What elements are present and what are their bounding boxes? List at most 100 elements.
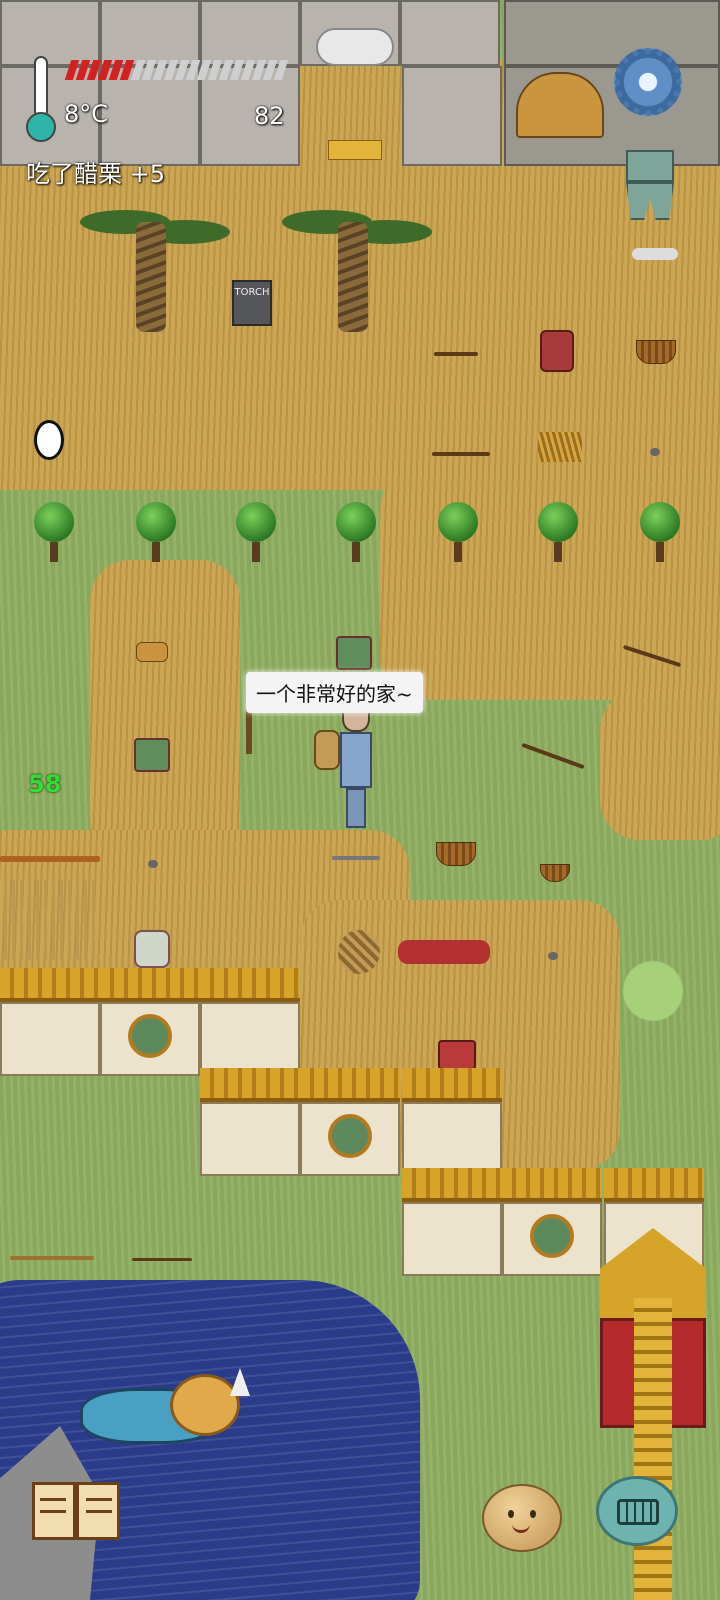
adobe-oven[interactable]	[516, 72, 604, 138]
gooseberry-bush[interactable]	[438, 502, 478, 562]
bush-leaves	[136, 502, 176, 542]
panda-toy[interactable]	[34, 420, 64, 460]
book-icon[interactable]	[32, 1482, 124, 1544]
bison-creature[interactable]	[60, 1368, 250, 1458]
bush-stem	[454, 542, 462, 562]
stone[interactable]	[148, 860, 158, 868]
face-icon[interactable]	[482, 1484, 562, 1552]
arrow[interactable]	[132, 1258, 192, 1261]
stone-floor	[402, 66, 502, 166]
speech-bubble: 一个非常好的家~	[246, 672, 423, 713]
long-shaft[interactable]	[0, 856, 100, 862]
bush-leaves	[236, 502, 276, 542]
book-line	[86, 1498, 112, 1501]
bison-horn	[230, 1368, 250, 1396]
flowering-shrub[interactable]	[620, 956, 686, 1056]
bush-stem	[554, 542, 562, 562]
book-line	[86, 1510, 112, 1513]
yurt-fringe	[200, 968, 300, 1002]
yurt-wall[interactable]	[0, 968, 100, 1076]
face-eye	[508, 1510, 514, 1518]
gooseberry-bush[interactable]	[236, 502, 276, 562]
yurt-fringe	[300, 1068, 400, 1102]
bush-leaves	[34, 502, 74, 542]
gooseberry-bush[interactable]	[336, 502, 376, 562]
gooseberry-bush[interactable]	[538, 502, 578, 562]
stone[interactable]	[548, 952, 558, 960]
face-mouth	[512, 1522, 530, 1533]
torch-sign[interactable]: TORCH	[232, 280, 272, 326]
yurt-wall[interactable]	[300, 1068, 400, 1176]
stone-wall	[504, 0, 720, 66]
dead-body[interactable]	[398, 940, 490, 964]
bush-leaves	[438, 502, 478, 542]
wool-clothing[interactable]	[134, 738, 170, 772]
bush-leaves	[538, 502, 578, 542]
bush-stem	[656, 542, 664, 562]
gooseberry-bush[interactable]	[136, 502, 176, 562]
backpack[interactable]	[540, 330, 574, 372]
yurt-wall[interactable]	[200, 1068, 300, 1176]
woven-basket[interactable]	[338, 930, 380, 974]
yurt-fringe	[502, 1168, 602, 1202]
gear-icon[interactable]	[614, 48, 682, 116]
bush-stem	[352, 542, 360, 562]
clothing-bag[interactable]	[134, 930, 170, 968]
stone[interactable]	[650, 448, 660, 456]
stone-floor	[200, 0, 300, 66]
palm-tree[interactable]	[338, 222, 368, 332]
thermometer-bulb	[26, 112, 56, 142]
bush-leaves	[336, 502, 376, 542]
yurt-body	[200, 1002, 300, 1076]
stone-floor	[400, 0, 500, 66]
dirt-patch	[90, 560, 240, 860]
bush-stem	[252, 542, 260, 562]
wheat-bundle[interactable]	[538, 432, 582, 462]
basket[interactable]	[636, 340, 676, 364]
dried-plank[interactable]	[328, 140, 382, 160]
stick[interactable]	[432, 452, 490, 456]
yurt-fringe	[0, 968, 100, 1002]
gooseberry-bush[interactable]	[640, 502, 680, 562]
basket[interactable]	[436, 842, 476, 866]
book-line	[40, 1510, 66, 1513]
flint-chip[interactable]	[632, 248, 678, 260]
yurt-body	[402, 1202, 502, 1276]
wool-clothing[interactable]	[336, 636, 372, 670]
yurt-fringe	[100, 968, 200, 1002]
bush-stem	[50, 542, 58, 562]
yurt-body	[300, 1102, 400, 1176]
bow[interactable]	[10, 1256, 94, 1260]
yurt-wall[interactable]	[402, 1068, 502, 1176]
keyboard-glyph	[617, 1499, 659, 1525]
player-character[interactable]	[314, 700, 376, 832]
dirt-patch	[600, 690, 720, 840]
wheat-plants[interactable]	[4, 880, 96, 960]
food-meter	[64, 60, 330, 82]
bush-leaves	[640, 502, 680, 542]
coin-top	[626, 150, 674, 182]
clay-plates[interactable]	[136, 642, 168, 662]
yurt-body	[200, 1102, 300, 1176]
decorated-pillar[interactable]	[600, 1228, 706, 1600]
keyboard-icon[interactable]	[596, 1476, 678, 1546]
yurt-wall[interactable]	[200, 968, 300, 1076]
book-line	[40, 1498, 66, 1501]
knife[interactable]	[332, 856, 380, 860]
yurt-body	[402, 1102, 502, 1176]
palm-tree[interactable]	[136, 222, 166, 332]
pillar-gold-column	[634, 1298, 672, 1600]
temperature-readout: 8°C	[64, 100, 109, 128]
red-pot[interactable]	[438, 1040, 476, 1070]
yurt-wall[interactable]	[502, 1168, 602, 1276]
game-world[interactable]: TORCH	[0, 0, 720, 1600]
gooseberry-bush[interactable]	[34, 502, 74, 562]
yurt-fringe	[200, 1068, 300, 1102]
yurt-fringe	[604, 1168, 704, 1202]
spade-coin-icon[interactable]	[626, 150, 674, 220]
age-counter: 58	[28, 770, 62, 798]
spoon[interactable]	[434, 352, 478, 356]
yurt-wall[interactable]	[100, 968, 200, 1076]
yurt-emblem	[530, 1214, 574, 1258]
yurt-wall[interactable]	[402, 1168, 502, 1276]
